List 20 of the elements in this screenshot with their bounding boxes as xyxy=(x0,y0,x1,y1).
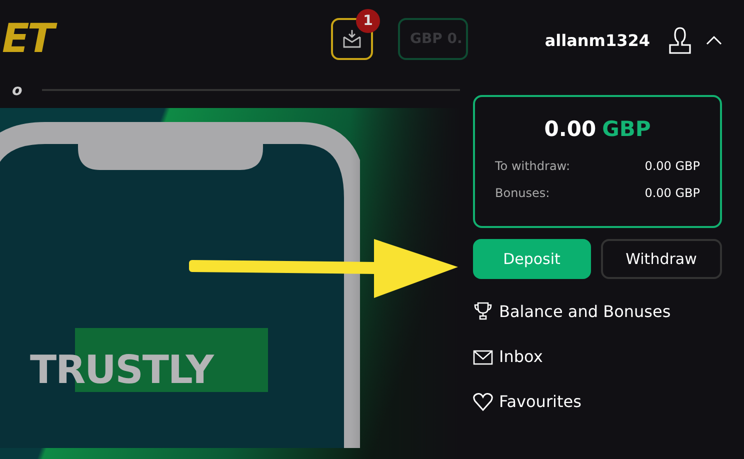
user-icon[interactable] xyxy=(668,26,692,54)
trophy-icon xyxy=(473,301,493,321)
inbox-icon xyxy=(341,28,363,50)
menu-item[interactable]: Inbox xyxy=(499,347,543,366)
notification-badge: 1 xyxy=(356,9,380,33)
balance-currency: GBP xyxy=(602,117,651,141)
username[interactable]: allanm1324 xyxy=(544,30,650,50)
balance-value: 0.00 GBP xyxy=(644,159,700,173)
chevron-up-icon[interactable] xyxy=(706,35,722,45)
menu-item[interactable]: Balance and Bonuses xyxy=(499,302,671,320)
envelope-icon xyxy=(473,348,493,364)
banner-headline: TRUSTLY xyxy=(30,348,214,393)
balance-amount: 0.00 xyxy=(544,117,596,141)
withdraw-button[interactable]: Withdraw xyxy=(600,239,722,279)
heart-icon xyxy=(473,392,493,411)
balance-label: Bonuses: xyxy=(495,186,550,200)
balance-label: To withdraw: xyxy=(495,159,570,173)
balance-value: 0.00 GBP xyxy=(644,186,700,200)
nav-item[interactable]: o xyxy=(12,81,22,99)
menu-item[interactable]: Favourites xyxy=(499,392,582,411)
